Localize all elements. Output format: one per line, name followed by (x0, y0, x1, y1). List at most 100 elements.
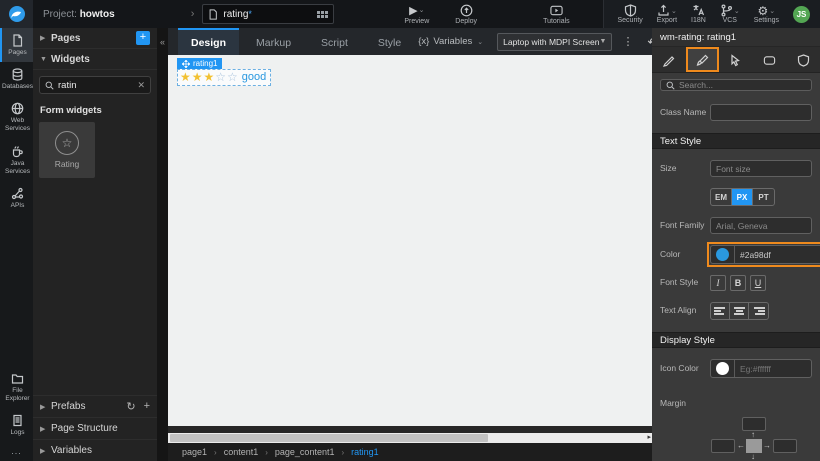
logs-icon (11, 414, 24, 427)
wavemaker-logo-icon (8, 5, 26, 23)
video-icon (550, 4, 563, 17)
class-name-input[interactable] (710, 104, 812, 121)
tab-script[interactable]: Script (308, 28, 361, 55)
collapse-left-panel-button[interactable]: « (157, 28, 168, 461)
widget-search-input[interactable] (58, 80, 133, 91)
prefabs-section-header[interactable]: ▶ Prefabs ↻ + (33, 395, 157, 417)
page-selector[interactable]: rating* (202, 4, 334, 24)
selected-widget-label[interactable]: rating1 (177, 58, 222, 69)
icon-color-swatch[interactable] (716, 362, 729, 375)
variables-button[interactable]: {x} Variables ⌄ (418, 36, 483, 47)
align-right-button[interactable] (749, 303, 768, 319)
i18n-button[interactable]: I18N (691, 4, 706, 24)
dock-item-java-services[interactable]: Java Services (0, 139, 33, 181)
chevron-right-icon: › (341, 448, 344, 457)
tab-device[interactable] (753, 47, 787, 72)
deploy-button[interactable]: Deploy (455, 4, 477, 25)
tab-style[interactable]: Style (365, 28, 414, 55)
project-value: howtos (80, 9, 115, 20)
tab-markup[interactable]: Markup (243, 28, 304, 55)
rating-widget-tile[interactable]: ☆ Rating (39, 122, 95, 178)
unsaved-marker: * (248, 9, 252, 19)
breadcrumb-page1[interactable]: page1 (182, 447, 207, 457)
refresh-prefabs-icon[interactable]: ↻ (126, 400, 135, 413)
device-icon (763, 54, 776, 67)
settings-button[interactable]: ⚙⌄ Settings (754, 4, 779, 24)
unit-pt-button[interactable]: PT (753, 189, 774, 205)
tab-security[interactable] (786, 47, 820, 72)
chevron-down-icon[interactable]: ⌄ (734, 7, 740, 15)
filled-stars[interactable]: ★★★ (180, 70, 215, 84)
dock-item-web-services[interactable]: Web Services (0, 96, 33, 138)
italic-button[interactable]: I (710, 275, 726, 291)
search-icon (666, 81, 675, 90)
bold-button[interactable]: B (730, 275, 746, 291)
properties-tab-bar (652, 47, 820, 73)
tab-properties[interactable] (652, 47, 686, 72)
deploy-icon (460, 4, 473, 17)
font-size-input[interactable] (710, 160, 812, 177)
text-color-input[interactable] (735, 250, 820, 260)
preview-button[interactable]: ▶⌄ Preview (404, 4, 429, 25)
horizontal-scrollbar-thumb[interactable] (170, 434, 488, 442)
unit-em-button[interactable]: EM (711, 189, 732, 205)
add-prefab-icon[interactable]: + (144, 400, 150, 413)
horizontal-scrollbar[interactable]: ▸ (168, 433, 652, 443)
unit-px-button[interactable]: PX (732, 189, 753, 205)
kebab-menu-icon[interactable]: ⋮ (616, 35, 639, 48)
font-family-input[interactable] (710, 217, 812, 234)
dock-more-button[interactable]: ... (0, 442, 33, 461)
rating-widget-on-canvas[interactable]: rating1 ★★★☆☆ good (177, 58, 271, 86)
security-button[interactable]: Security (618, 4, 643, 24)
chevron-down-icon[interactable]: ⌄ (419, 6, 425, 14)
dock-item-logs[interactable]: Logs (0, 408, 33, 442)
tab-styles[interactable] (686, 47, 720, 72)
device-select[interactable]: Laptop with MDPI Screen ▼ (497, 33, 612, 51)
underline-button[interactable]: U (750, 275, 766, 291)
breadcrumb-rating1[interactable]: rating1 (351, 447, 379, 457)
folder-icon (11, 372, 24, 385)
pages-section-header[interactable]: ▶ Pages + (33, 28, 157, 49)
database-icon (11, 68, 24, 81)
property-search-input[interactable] (679, 80, 806, 90)
tutorials-button[interactable]: Tutorials (543, 4, 570, 25)
variables-section-header[interactable]: ▶ Variables (33, 439, 157, 461)
app-logo[interactable] (0, 0, 33, 28)
font-style-row: Font Style I B U (652, 275, 820, 291)
text-color-swatch[interactable] (716, 248, 729, 261)
rating-widget-body[interactable]: ★★★☆☆ good (177, 69, 271, 86)
page-grid-icon[interactable] (317, 11, 328, 18)
caret-down-icon: ▼ (40, 56, 46, 63)
editor-area: Design Markup Script Style {x} Variables… (168, 28, 652, 461)
chevron-down-icon[interactable]: ⌄ (671, 7, 677, 15)
dock-item-apis[interactable]: APIs (0, 181, 33, 215)
export-button[interactable]: ⌄ Export (657, 4, 677, 24)
align-center-button[interactable] (730, 303, 749, 319)
add-page-button[interactable]: + (136, 31, 150, 45)
icon-color-input[interactable] (735, 364, 811, 374)
margin-top-input[interactable] (742, 417, 766, 431)
dock-item-file-explorer[interactable]: File Explorer (0, 366, 33, 408)
margin-row: Margin (652, 389, 820, 408)
margin-center-widget: ↑ ← → ↓ (739, 435, 769, 457)
breadcrumb-page-content1[interactable]: page_content1 (275, 447, 335, 457)
chevron-down-icon[interactable]: ⌄ (769, 7, 775, 15)
move-icon (182, 60, 190, 68)
tab-design[interactable]: Design (178, 28, 239, 55)
widgets-section-header[interactable]: ▼ Widgets (33, 49, 157, 70)
margin-right-input[interactable] (773, 439, 797, 453)
clear-search-icon[interactable]: ✕ (137, 80, 145, 91)
export-icon (657, 4, 670, 17)
dock-item-databases[interactable]: Databases (0, 62, 33, 96)
design-canvas[interactable]: rating1 ★★★☆☆ good (168, 55, 652, 426)
empty-stars[interactable]: ☆☆ (215, 70, 239, 84)
breadcrumb-content1[interactable]: content1 (224, 447, 259, 457)
align-left-button[interactable] (711, 303, 730, 319)
margin-left-input[interactable] (711, 439, 735, 453)
vcs-button[interactable]: ⌄ VCS (720, 4, 740, 24)
user-avatar[interactable]: JS (793, 6, 810, 23)
dock-item-pages[interactable]: Pages (0, 28, 33, 62)
scroll-right-arrow-icon[interactable]: ▸ (647, 433, 651, 441)
tab-events[interactable] (719, 47, 753, 72)
page-structure-section-header[interactable]: ▶ Page Structure (33, 417, 157, 439)
